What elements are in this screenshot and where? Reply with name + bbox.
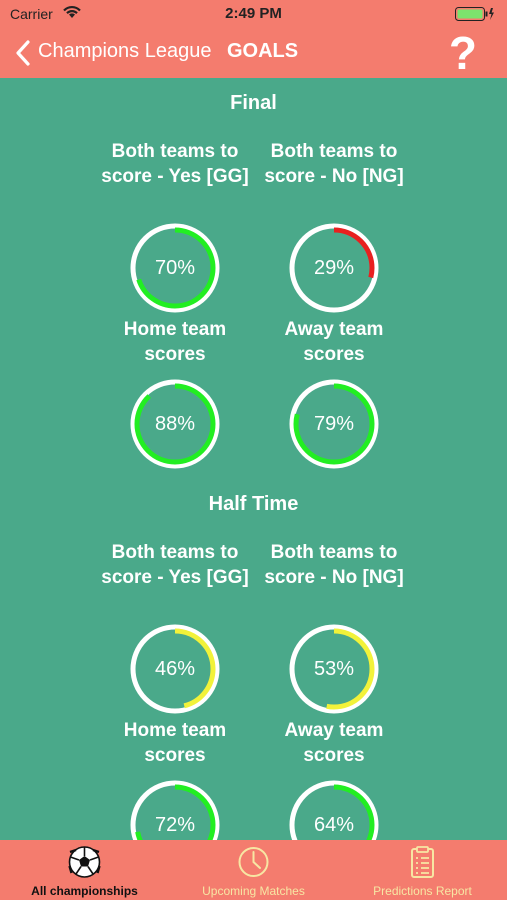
clock-icon — [169, 846, 338, 878]
prediction-cell: Both teams to score - Yes [GG] — [95, 140, 255, 214]
percent-value: 53% — [313, 657, 355, 680]
percent-ring: 64% — [288, 779, 380, 840]
percent-value: 79% — [313, 412, 355, 435]
prediction-label: Both teams to score - No [NG] — [264, 141, 404, 187]
battery-icon — [455, 7, 495, 26]
section-title: Final — [230, 92, 277, 114]
percent-ring: 53% — [288, 623, 380, 715]
percent-ring: 46% — [129, 623, 221, 715]
percent-ring: 70% — [129, 222, 221, 314]
prediction-label: Both teams to score - Yes [GG] — [101, 542, 249, 588]
tab-all-championships[interactable]: All championships — [0, 840, 169, 900]
tab-label: Upcoming Matches — [202, 884, 305, 898]
percent-ring: 72% — [129, 779, 221, 840]
percent-value: 70% — [154, 256, 196, 279]
help-button[interactable]: ? — [449, 28, 477, 78]
tab-predictions-report[interactable]: Predictions Report — [338, 840, 507, 900]
prediction-cell: Both teams to score - No [NG] — [254, 140, 414, 214]
clipboard-icon — [338, 846, 507, 878]
navigation-bar: Champions League GOALS ? — [0, 28, 507, 78]
page-title: GOALS — [227, 40, 299, 62]
prediction-cell: Both teams to score - Yes [GG] — [95, 541, 255, 615]
percent-value: 88% — [154, 412, 196, 435]
percent-value: 64% — [313, 813, 355, 836]
tab-bar: All championships Upcoming Matches Predi… — [0, 840, 507, 900]
status-time: 2:49 PM — [225, 5, 282, 22]
chevron-left-icon[interactable] — [14, 40, 32, 71]
percent-value: 46% — [154, 657, 196, 680]
prediction-label: Both teams to score - Yes [GG] — [101, 141, 249, 187]
back-button[interactable]: Champions League — [38, 40, 211, 63]
status-bar: Carrier 2:49 PM — [0, 0, 507, 28]
percent-ring: 79% — [288, 378, 380, 470]
percent-value: 29% — [313, 256, 355, 279]
tab-label: Predictions Report — [373, 884, 472, 898]
percent-ring: 29% — [288, 222, 380, 314]
soccer-ball-icon — [0, 846, 169, 878]
goals-content[interactable]: Final Both teams to score - Yes [GG] 70% Bo… — [0, 78, 507, 840]
percent-value: 72% — [154, 813, 196, 836]
section-title: Half Time — [208, 493, 299, 515]
tab-upcoming-matches[interactable]: Upcoming Matches — [169, 840, 338, 900]
tab-label: All championships — [31, 884, 138, 898]
prediction-cell: Both teams to score - No [NG] — [254, 541, 414, 615]
percent-ring: 88% — [129, 378, 221, 470]
prediction-label: Both teams to score - No [NG] — [264, 542, 404, 588]
